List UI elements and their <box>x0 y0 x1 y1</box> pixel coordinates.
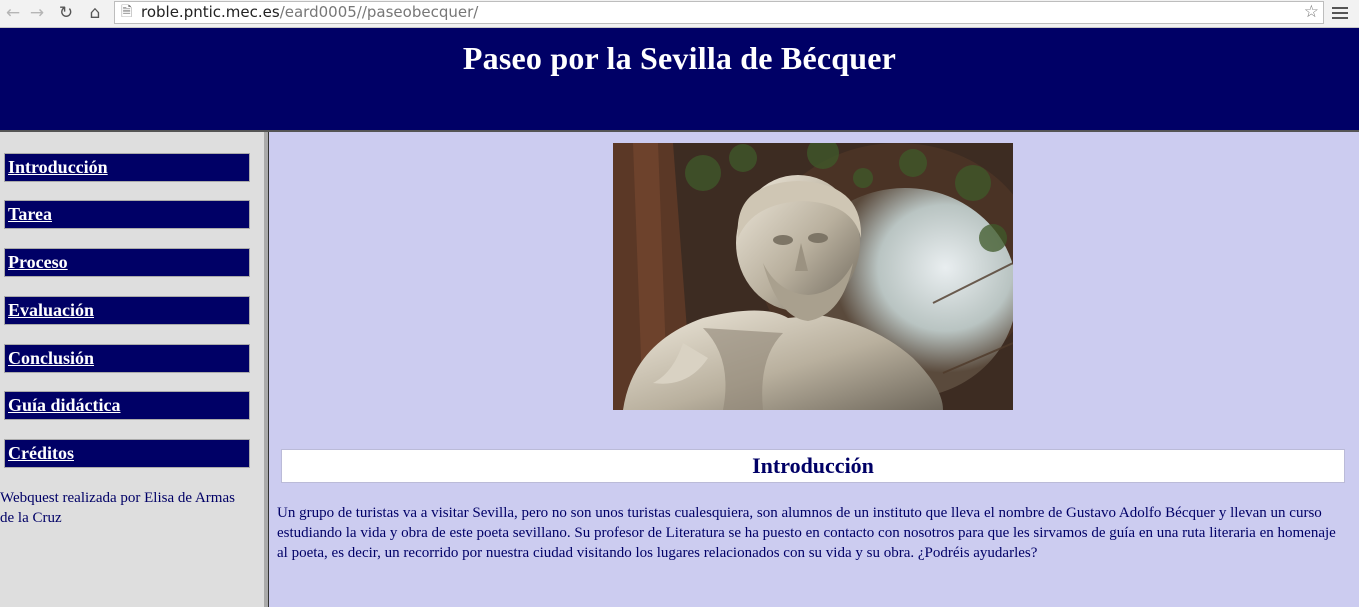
sidebar-link-guia-didactica[interactable]: Guía didáctica <box>8 395 121 416</box>
sidebar-item-creditos[interactable]: Créditos <box>4 439 250 468</box>
sidebar-item-conclusion[interactable]: Conclusión <box>4 344 250 373</box>
browser-toolbar: ← → ↻ ⌂ 🗎 roble.pntic.mec.es/eard0005//p… <box>0 0 1359 28</box>
author-credit: Webquest realizada por Elisa de Armas de… <box>0 490 235 526</box>
sidebar-link-introduccion[interactable]: Introducción <box>8 157 108 178</box>
bookmark-star-icon[interactable]: ☆ <box>1304 2 1319 23</box>
sidebar-item-guia-didactica[interactable]: Guía didáctica <box>4 391 250 420</box>
sidebar-link-tarea[interactable]: Tarea <box>8 204 52 225</box>
page-title: Paseo por la Sevilla de Bécquer <box>462 40 897 76</box>
sidebar-link-proceso[interactable]: Proceso <box>8 252 68 273</box>
sidebar-item-tarea[interactable]: Tarea <box>4 200 250 229</box>
home-icon[interactable]: ⌂ <box>84 2 106 24</box>
sidebar-item-introduccion[interactable]: Introducción <box>4 153 250 182</box>
menu-icon[interactable] <box>1331 4 1349 22</box>
page-header: Paseo por la Sevilla de Bécquer <box>0 28 1359 132</box>
sidebar-link-evaluacion[interactable]: Evaluación <box>8 300 94 321</box>
becquer-statue-image <box>613 143 1013 410</box>
section-heading-bar: Introducción <box>281 449 1345 483</box>
sidebar-item-evaluacion[interactable]: Evaluación <box>4 296 250 325</box>
section-title: Introducción <box>752 453 874 478</box>
sidebar-link-creditos[interactable]: Créditos <box>8 443 74 464</box>
forward-arrow-icon[interactable]: → <box>26 2 48 24</box>
sidebar-link-conclusion[interactable]: Conclusión <box>8 348 94 369</box>
url-text: roble.pntic.mec.es/eard0005//paseobecque… <box>141 3 479 21</box>
reload-icon[interactable]: ↻ <box>55 2 77 24</box>
address-bar[interactable]: 🗎 roble.pntic.mec.es/eard0005//paseobecq… <box>114 1 1324 24</box>
back-arrow-icon[interactable]: ← <box>2 2 24 24</box>
page-icon: 🗎 <box>121 4 133 20</box>
sidebar-item-proceso[interactable]: Proceso <box>4 248 250 277</box>
intro-paragraph: Un grupo de turistas va a visitar Sevill… <box>277 505 1336 561</box>
